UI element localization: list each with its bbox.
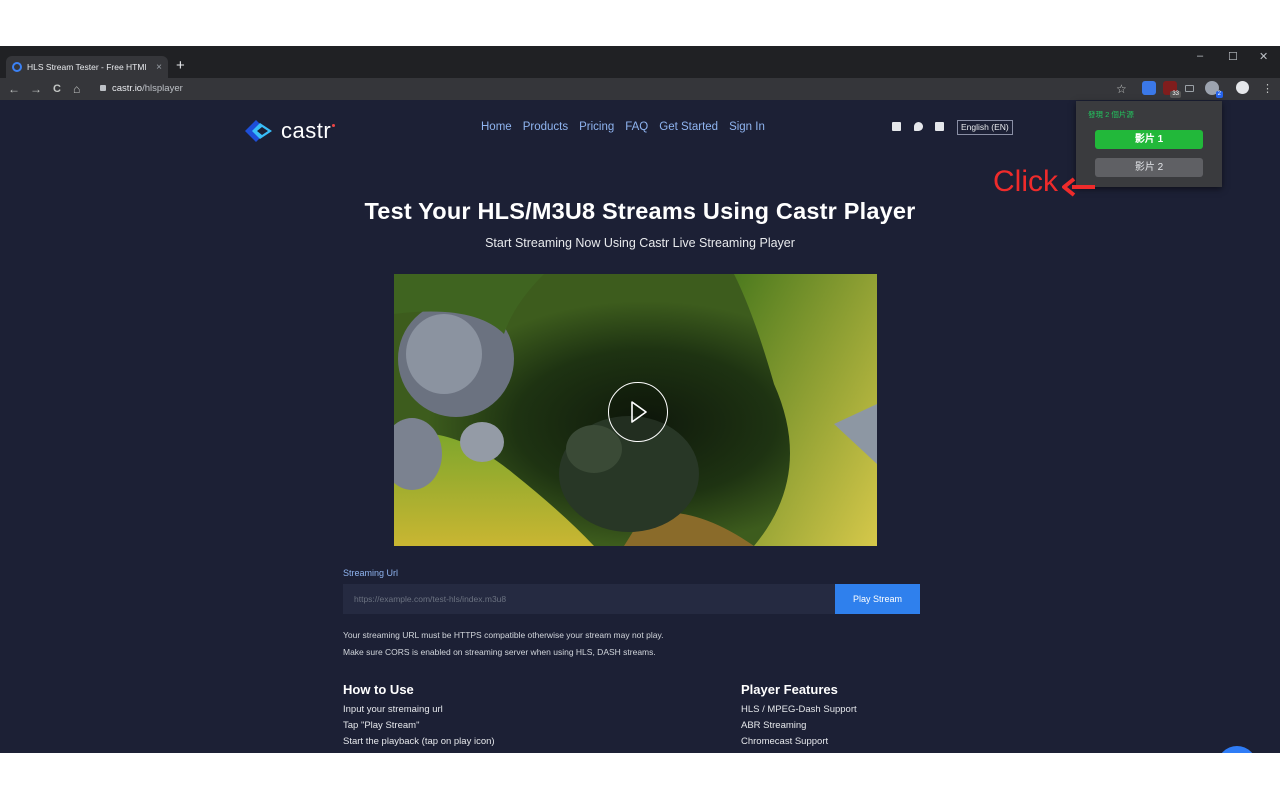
minimize-button[interactable]: –	[1197, 50, 1203, 62]
facebook-icon[interactable]	[892, 122, 901, 131]
nav-sign-in[interactable]: Sign In	[729, 121, 765, 133]
nav-get-started[interactable]: Get Started	[659, 121, 718, 133]
streaming-url-input[interactable]	[343, 584, 835, 614]
url-path: /hlsplayer	[142, 83, 183, 94]
back-icon[interactable]: ←	[8, 81, 20, 97]
tab-favicon-icon	[12, 62, 22, 72]
list-item: Input your stremaing url	[343, 704, 443, 715]
list-item: Chromecast Support	[741, 736, 829, 747]
browser-window: HLS Stream Tester - Free HTMl × + – ☐ ✕ …	[0, 46, 1280, 753]
cast-icon[interactable]	[1185, 85, 1194, 92]
nav-home[interactable]: Home	[481, 121, 512, 133]
play-button[interactable]	[608, 382, 668, 442]
ublock-badge: 33	[1170, 91, 1181, 98]
twitter-icon[interactable]	[914, 122, 923, 131]
translate-icon[interactable]	[1142, 81, 1156, 95]
nav-pricing[interactable]: Pricing	[579, 121, 614, 133]
https-note: Your streaming URL must be HTTPS compati…	[343, 630, 664, 640]
video-extension-icon[interactable]: 2	[1205, 81, 1223, 98]
list-item: Start the playback (tap on play icon)	[343, 736, 495, 747]
close-window-button[interactable]: ✕	[1259, 50, 1268, 63]
player-features-title: Player Features	[741, 682, 838, 697]
popup-header: 發現 2 個片源	[1088, 110, 1134, 119]
linkedin-icon[interactable]	[935, 122, 944, 131]
tab-title: HLS Stream Tester - Free HTMl	[27, 62, 147, 72]
home-icon[interactable]: ⌂	[73, 81, 80, 97]
annotation-arrow-icon	[1062, 177, 1095, 197]
browser-tab[interactable]: HLS Stream Tester - Free HTMl ×	[6, 56, 168, 78]
list-item: Tap "Play Stream"	[343, 720, 420, 731]
video-1-button[interactable]: 影片 1	[1095, 130, 1203, 149]
cors-note: Make sure CORS is enabled on streaming s…	[343, 647, 656, 657]
avatar-icon[interactable]	[1236, 81, 1249, 94]
click-annotation: Click	[993, 165, 1058, 198]
new-tab-button[interactable]: +	[176, 58, 185, 74]
nav-products[interactable]: Products	[523, 121, 568, 133]
kebab-menu-icon[interactable]: ⋮	[1262, 81, 1273, 97]
list-item: ABR Streaming	[741, 720, 807, 731]
castr-logo-icon	[245, 120, 272, 142]
maximize-button[interactable]: ☐	[1228, 50, 1238, 63]
star-icon[interactable]: ☆	[1116, 81, 1127, 97]
language-selector[interactable]: English (EN)	[957, 120, 1013, 135]
chat-launcher-button[interactable]	[1217, 746, 1257, 753]
ublock-icon[interactable]: 33	[1163, 81, 1181, 98]
how-to-use-title: How to Use	[343, 682, 414, 697]
video-player[interactable]	[394, 274, 877, 546]
castr-logo[interactable]: castr	[243, 118, 336, 144]
list-item: HLS / MPEG-Dash Support	[741, 704, 857, 715]
lock-icon	[100, 85, 106, 91]
play-icon	[631, 401, 647, 423]
url-host: castr.io	[112, 83, 143, 94]
page-title: Test Your HLS/M3U8 Streams Using Castr P…	[364, 198, 916, 224]
tab-strip: HLS Stream Tester - Free HTMl × + – ☐ ✕	[0, 46, 1280, 78]
video-extension-badge: 2	[1215, 91, 1223, 98]
reload-icon[interactable]: C	[53, 81, 61, 97]
video-2-button[interactable]: 影片 2	[1095, 158, 1203, 177]
streaming-url-label: Streaming Url	[343, 568, 399, 578]
forward-icon[interactable]: →	[30, 81, 42, 97]
video-source-popup: 發現 2 個片源 影片 1 影片 2	[1076, 101, 1222, 187]
play-stream-button[interactable]: Play Stream	[835, 584, 920, 614]
nav-faq[interactable]: FAQ	[625, 121, 648, 133]
logo-text: castr	[281, 118, 332, 143]
main-nav: Home Products Pricing FAQ Get Started Si…	[481, 121, 765, 133]
browser-toolbar: ← → C ⌂ castr.io/hlsplayer ☆ 33 2 ⋮	[0, 78, 1280, 100]
address-bar[interactable]: castr.io/hlsplayer	[96, 80, 1136, 98]
page-subtitle: Start Streaming Now Using Castr Live Str…	[485, 236, 795, 250]
logo-dot	[332, 123, 336, 127]
tab-close-icon[interactable]: ×	[156, 62, 162, 73]
